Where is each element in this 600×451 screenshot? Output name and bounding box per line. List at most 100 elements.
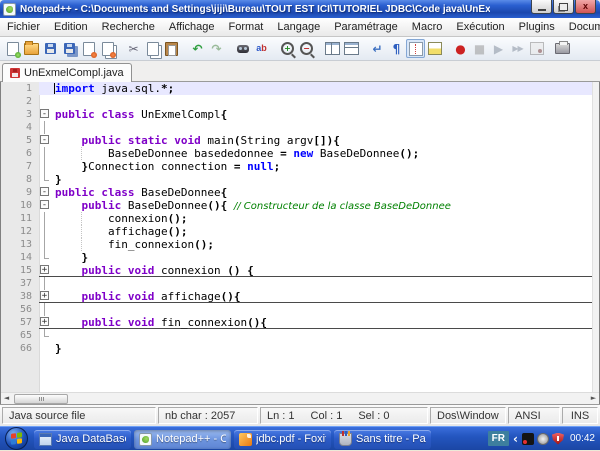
hscroll-thumb[interactable]: [14, 394, 68, 404]
code-line[interactable]: 12 affichage();: [1, 225, 599, 238]
fold-margin[interactable]: -: [39, 108, 52, 121]
menu-item-affichage[interactable]: Affichage: [162, 18, 222, 36]
fold-margin[interactable]: -: [39, 186, 52, 199]
find-icon[interactable]: [233, 39, 252, 58]
fold-margin[interactable]: -: [39, 199, 52, 212]
menu-item-recherche[interactable]: Recherche: [95, 18, 162, 36]
horizontal-scrollbar[interactable]: ◄ ►: [1, 392, 599, 404]
menu-item-langage[interactable]: Langage: [270, 18, 327, 36]
save-icon[interactable]: [41, 39, 60, 58]
undo-icon[interactable]: ↶: [188, 39, 207, 58]
scroll-right-icon[interactable]: ►: [588, 393, 599, 403]
language-indicator[interactable]: FR: [488, 431, 509, 446]
code-line[interactable]: 8}: [1, 173, 599, 186]
code-line[interactable]: 57+ public void fin_connexion(){: [1, 316, 599, 329]
start-button[interactable]: [5, 427, 28, 450]
menu-item-macro[interactable]: Macro: [405, 18, 450, 36]
code-line[interactable]: 65: [1, 329, 599, 342]
close-file-icon[interactable]: [79, 39, 98, 58]
show-all-characters-icon[interactable]: ¶: [387, 39, 406, 58]
replace-icon[interactable]: ab: [252, 39, 271, 58]
zoom-in-icon[interactable]: +: [278, 39, 297, 58]
scroll-left-icon[interactable]: ◄: [1, 393, 12, 403]
fold-expand-icon[interactable]: +: [40, 265, 49, 274]
code-line[interactable]: 2: [1, 95, 599, 108]
tray-clock-icon[interactable]: [537, 433, 549, 445]
fold-margin[interactable]: +: [39, 290, 52, 302]
fold-collapse-icon[interactable]: -: [40, 135, 49, 144]
menu-item-format[interactable]: Format: [222, 18, 271, 36]
minimize-button[interactable]: [531, 0, 552, 14]
tab-unexmelcompl-java[interactable]: UnExmelCompl.java: [2, 63, 132, 82]
save-all-icon[interactable]: [60, 39, 79, 58]
menu-item-fichier[interactable]: Fichier: [0, 18, 47, 36]
taskbar-button-java-database-c[interactable]: Java DataBase C...: [34, 430, 131, 449]
code-line[interactable]: 3-public class UnExmelCompl{: [1, 108, 599, 121]
fold-collapse-icon[interactable]: -: [40, 187, 49, 196]
fold-margin: [39, 160, 52, 173]
code-text: affichage();: [52, 225, 599, 238]
code-line[interactable]: 13 fin_connexion();: [1, 238, 599, 251]
fold-margin[interactable]: +: [39, 264, 52, 276]
code-line[interactable]: 9-public class BaseDeDonnee{: [1, 186, 599, 199]
fold-expand-icon[interactable]: +: [40, 317, 49, 326]
sync-horizontal-scroll-icon[interactable]: [342, 39, 361, 58]
close-button[interactable]: x: [575, 0, 596, 14]
code-line[interactable]: 1import java.sql.*;: [1, 82, 599, 95]
word-wrap-icon[interactable]: ↵: [368, 39, 387, 58]
taskbar-button-notepad-c[interactable]: Notepad++ - C:\...: [134, 430, 231, 449]
title-bar[interactable]: Notepad++ - C:\Documents and Settings\ji…: [0, 0, 600, 18]
menu-item-document[interactable]: Document: [562, 18, 600, 36]
security-shield-icon[interactable]: [552, 433, 564, 445]
vertical-scrollbar[interactable]: [592, 82, 599, 393]
code-line[interactable]: 15+ public void connexion () {: [1, 264, 599, 277]
tray-app-icon[interactable]: [522, 433, 534, 445]
indent-guide-icon[interactable]: [406, 39, 425, 58]
new-file-icon[interactable]: [3, 39, 22, 58]
line-number: 1: [1, 82, 39, 95]
menu-item-excution[interactable]: Exécution: [449, 18, 511, 36]
taskbar-button-sans-titre-paint[interactable]: Sans titre - Paint: [334, 430, 431, 449]
paste-icon[interactable]: [162, 39, 181, 58]
taskbar-button-jdbc-pdf-foxit[interactable]: jdbc.pdf - Foxit ...: [234, 430, 331, 449]
code-line[interactable]: 5- public static void main(String argv[]…: [1, 134, 599, 147]
editor[interactable]: 1import java.sql.*;23-public class UnExm…: [0, 82, 600, 404]
user-defined-dialog-icon[interactable]: [425, 39, 444, 58]
fold-collapse-icon[interactable]: -: [40, 109, 49, 118]
macro-play-icon[interactable]: ▶: [489, 39, 508, 58]
code-line[interactable]: 7 }Connection connection = null;: [1, 160, 599, 173]
copy-icon[interactable]: [143, 39, 162, 58]
print-icon[interactable]: [553, 39, 572, 58]
close-all-icon[interactable]: [98, 39, 117, 58]
code-line[interactable]: 66}: [1, 342, 599, 355]
code-line[interactable]: 6 BaseDeDonnee basededonnee = new BaseDe…: [1, 147, 599, 160]
code-line[interactable]: 10- public BaseDeDonnee(){ // Constructe…: [1, 199, 599, 212]
code-line[interactable]: 4: [1, 121, 599, 134]
restore-button[interactable]: [553, 0, 574, 14]
fold-margin[interactable]: -: [39, 134, 52, 147]
code-line[interactable]: 37: [1, 277, 599, 290]
menu-item-paramtrage[interactable]: Paramétrage: [327, 18, 405, 36]
status-bar: Java source file nb char : 2057 Ln : 1 C…: [0, 404, 600, 426]
macro-stop-icon[interactable]: ■: [470, 39, 489, 58]
taskbar-clock: 00:42: [570, 433, 595, 444]
macro-record-icon[interactable]: ●: [451, 39, 470, 58]
code-line[interactable]: 14 }: [1, 251, 599, 264]
redo-icon[interactable]: ↷: [207, 39, 226, 58]
cut-icon[interactable]: ✂: [124, 39, 143, 58]
code-line[interactable]: 11 connexion();: [1, 212, 599, 225]
code-viewport[interactable]: 1import java.sql.*;23-public class UnExm…: [1, 82, 599, 392]
fold-margin[interactable]: +: [39, 316, 52, 328]
menu-item-plugins[interactable]: Plugins: [512, 18, 562, 36]
macro-save-icon[interactable]: [527, 39, 546, 58]
code-line[interactable]: 38+ public void affichage(){: [1, 290, 599, 303]
code-line[interactable]: 56: [1, 303, 599, 316]
fold-collapse-icon[interactable]: -: [40, 200, 49, 209]
zoom-out-icon[interactable]: −: [297, 39, 316, 58]
tray-chevron-icon[interactable]: ‹: [513, 433, 518, 445]
sync-vertical-scroll-icon[interactable]: [323, 39, 342, 58]
open-file-icon[interactable]: [22, 39, 41, 58]
menu-item-edition[interactable]: Edition: [47, 18, 95, 36]
fold-expand-icon[interactable]: +: [40, 291, 49, 300]
macro-run-multiple-icon[interactable]: ▶▶: [508, 39, 527, 58]
